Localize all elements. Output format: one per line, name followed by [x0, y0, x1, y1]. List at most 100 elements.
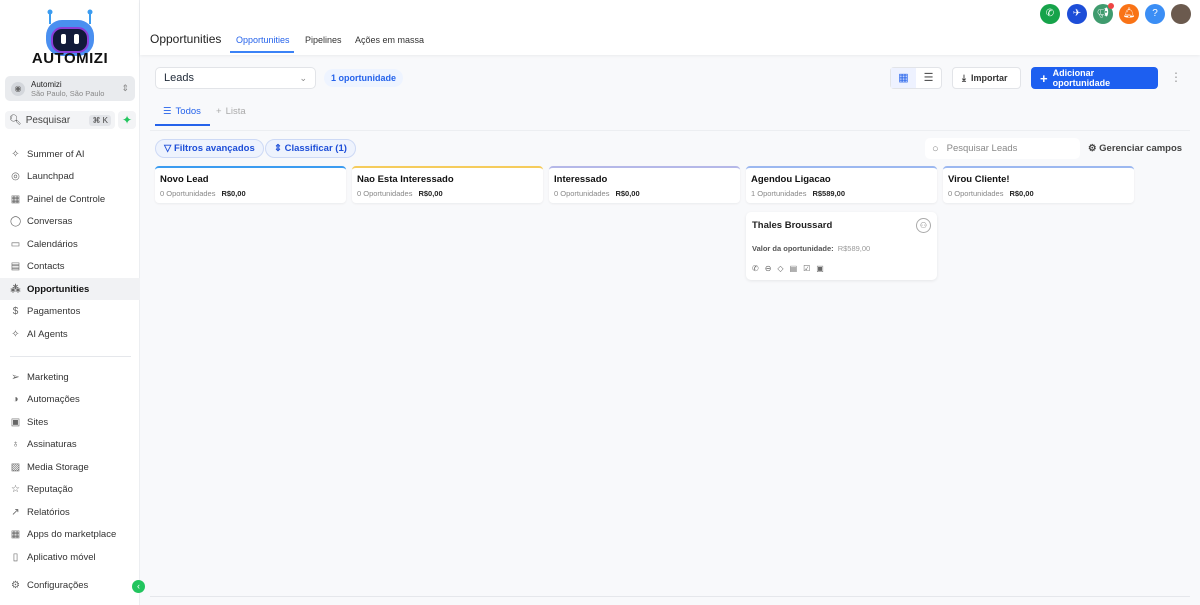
- more-options-icon[interactable]: ⋮: [1170, 70, 1182, 84]
- search-button[interactable]: 🔍︎ Pesquisar ⌘ K: [5, 111, 115, 129]
- scrollbar-track: [150, 596, 1190, 597]
- sidebar-item-label: Conversas: [27, 216, 73, 227]
- account-switcher[interactable]: ◉ Automizi São Paulo, São Paulo ⇕: [5, 76, 135, 101]
- sidebar-item-label: Reputação: [27, 484, 73, 495]
- nav-icon: ◎: [11, 171, 20, 182]
- sidebar: AUTOMIZI ◉ Automizi São Paulo, São Paulo …: [0, 0, 145, 605]
- tag-icon[interactable]: ◇: [777, 264, 783, 273]
- list-view-icon[interactable]: ☰: [916, 68, 941, 88]
- sidebar-item-configuracoes[interactable]: ⚙ Configurações: [0, 574, 140, 596]
- assign-user-icon[interactable]: ⚇: [916, 218, 931, 233]
- nav-icon: ▤: [10, 261, 21, 272]
- nav-icon: ◑: [12, 394, 19, 405]
- nav-icon: ▦: [10, 193, 21, 205]
- sidebar-item-conversas[interactable]: ◯ Conversas: [0, 211, 140, 233]
- sidebar-item-label: Sites: [27, 416, 49, 428]
- value-label: Valor da oportunidade:: [752, 244, 834, 253]
- opportunity-count-badge: 1 oportunidade: [324, 69, 403, 87]
- pipeline-select[interactable]: Leads ⌄: [155, 67, 316, 89]
- nav-icon: ♁: [11, 439, 20, 450]
- sidebar-item-opportunities[interactable]: ⁂ Opportunities: [0, 278, 140, 300]
- sidebar-item-pagamentos[interactable]: $ Pagamentos: [0, 301, 140, 323]
- sidebar-item-automa-es[interactable]: ◑ Automações: [0, 389, 140, 411]
- list-icon: ☰: [163, 106, 172, 117]
- sidebar-item-assinaturas[interactable]: ♁ Assinaturas: [0, 434, 140, 456]
- nav-icon: ➢: [11, 371, 20, 383]
- message-icon[interactable]: ⊖: [765, 264, 772, 273]
- bell-icon[interactable]: 🔔︎: [1119, 4, 1139, 24]
- help-icon[interactable]: ?: [1145, 4, 1165, 24]
- search-label: Pesquisar: [25, 114, 71, 126]
- sidebar-item-launchpad[interactable]: ◎ Launchpad: [0, 166, 140, 188]
- nav-icon: ▨: [10, 461, 21, 473]
- import-button[interactable]: ⤓ Importar: [952, 67, 1021, 89]
- sidebar-item-apps-do-marketplace[interactable]: ▦ Apps do marketplace: [0, 524, 140, 546]
- add-list-tab[interactable]: + Lista: [216, 106, 246, 117]
- search-leads-input[interactable]: ○ Pesquisar Leads: [925, 138, 1080, 159]
- grid-view-icon[interactable]: ▦: [891, 68, 916, 88]
- active-tab-indicator: [230, 51, 294, 53]
- value-amount: R$589,00: [837, 244, 871, 253]
- avatar[interactable]: [1171, 4, 1191, 24]
- stage-column-header: Agendou Ligacao 1 Oportunidades R$589,00: [746, 166, 937, 203]
- phone-icon[interactable]: ✆: [752, 264, 759, 273]
- nav-icon: $: [12, 306, 19, 317]
- sidebar-item-media-storage[interactable]: ▨ Media Storage: [0, 456, 140, 478]
- nav-icon: ↗: [11, 506, 20, 518]
- sidebar-item-label: Relatórios: [27, 506, 70, 518]
- phone-icon[interactable]: ✆: [1040, 4, 1060, 24]
- manage-label: Gerenciar campos: [1099, 143, 1183, 154]
- search-icon: 🔍︎: [9, 114, 22, 126]
- sidebar-item-aplicativo-m-vel[interactable]: ▯ Aplicativo móvel: [0, 546, 140, 568]
- top-header: Opportunities Opportunities Pipelines Aç…: [140, 0, 1200, 55]
- view-tab-todos[interactable]: ☰ Todos: [163, 106, 201, 117]
- plus-icon: +: [216, 106, 222, 117]
- tab-pipelines[interactable]: Pipelines: [305, 35, 342, 45]
- stage-count: 0 Oportunidades: [160, 189, 216, 198]
- plus-icon: +: [1040, 70, 1048, 86]
- sidebar-item-contacts[interactable]: ▤ Contacts: [0, 256, 140, 278]
- search-placeholder: Pesquisar Leads: [946, 143, 1018, 154]
- sidebar-item-calend-rios[interactable]: ▭ Calendários: [0, 233, 140, 255]
- sidebar-item-summer-of-ai[interactable]: ✧ Summer of AI: [0, 143, 140, 165]
- opportunity-card[interactable]: Thales Broussard ⚇ Valor da oportunidade…: [746, 212, 937, 280]
- gear-icon: ⚙: [1088, 143, 1100, 154]
- tab-acoes-em-massa[interactable]: Ações em massa: [355, 35, 424, 45]
- stage-name: Nao Esta Interessado: [357, 174, 454, 185]
- nav-icon: ▭: [10, 238, 21, 250]
- stage-name: Virou Cliente!: [948, 174, 1010, 185]
- stage-column-header: Nao Esta Interessado 0 Oportunidades R$0,0…: [352, 166, 543, 203]
- active-view-indicator: [155, 124, 210, 126]
- sort-icon: ⇕: [274, 143, 285, 154]
- tab-opportunities[interactable]: Opportunities: [236, 35, 290, 45]
- megaphone-icon[interactable]: 📢︎: [1093, 3, 1114, 24]
- collapse-sidebar-button[interactable]: ‹: [132, 580, 145, 593]
- nav-icon: ◯: [10, 216, 22, 227]
- sidebar-item-label: Calendários: [27, 238, 78, 250]
- sort-button[interactable]: ⇕ Classificar (1): [265, 139, 356, 158]
- stage-column-header: Virou Cliente! 0 Oportunidades R$0,00: [943, 166, 1134, 203]
- note-icon[interactable]: ▤: [790, 264, 798, 273]
- sidebar-item-reputa-o[interactable]: ☆ Reputação: [0, 479, 140, 501]
- sidebar-item-sites[interactable]: ▣ Sites: [0, 411, 140, 433]
- sidebar-item-label: Contacts: [27, 261, 65, 272]
- download-icon: ⤓: [962, 72, 966, 83]
- sidebar-item-painel-de-controle[interactable]: ▦ Painel de Controle: [0, 188, 140, 210]
- stage-count: 1 Oportunidades: [751, 189, 807, 198]
- add-opportunity-button[interactable]: + Adicionar oportunidade: [1031, 67, 1158, 89]
- chevron-down-icon: ⌄: [299, 72, 307, 83]
- manage-fields-button[interactable]: ⚙ Gerenciar campos: [1088, 143, 1182, 154]
- sidebar-item-label: Automações: [27, 394, 80, 405]
- sidebar-item-marketing[interactable]: ➢ Marketing: [0, 366, 140, 388]
- rocket-icon[interactable]: ✈: [1067, 4, 1087, 24]
- sidebar-item-label: Assinaturas: [27, 439, 77, 450]
- stage-count: 0 Oportunidades: [554, 189, 610, 198]
- sidebar-item-ai-agents[interactable]: ✧ AI Agents: [0, 323, 140, 345]
- stage-column-header: Novo Lead 0 Oportunidades R$0,00: [155, 166, 346, 203]
- calendar-icon[interactable]: ▣: [816, 264, 824, 273]
- sidebar-item-label: Summer of AI: [27, 148, 85, 160]
- task-icon[interactable]: ☑: [803, 264, 810, 273]
- advanced-filters-button[interactable]: ▽ Filtros avançados: [155, 139, 264, 158]
- sidebar-item-relat-rios[interactable]: ↗ Relatórios: [0, 501, 140, 523]
- ai-sparkle-button[interactable]: ✦: [118, 111, 136, 129]
